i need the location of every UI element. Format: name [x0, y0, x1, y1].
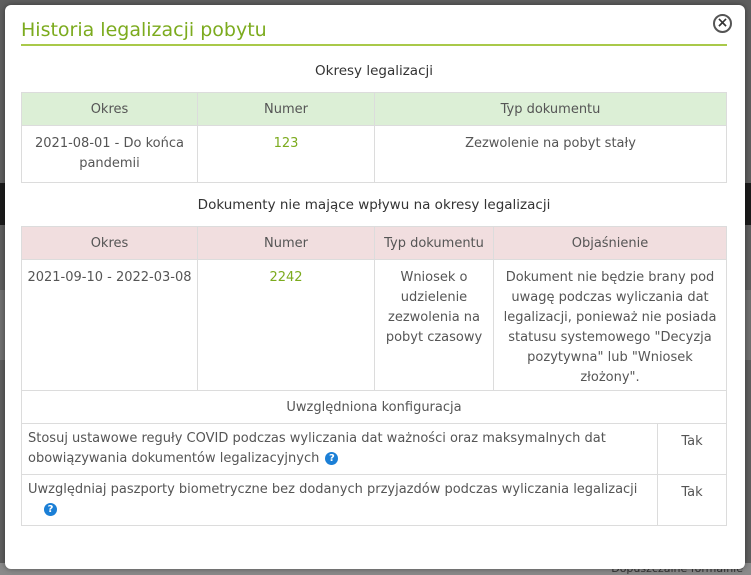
col-header-okres: Okres	[21, 226, 198, 260]
non-affecting-header-row: Okres Numer Typ dokumentu Objaśnienie	[21, 226, 727, 260]
col-header-numer: Numer	[197, 226, 375, 260]
periods-table: Okres Numer Typ dokumentu 2021-08-01 - D…	[21, 92, 727, 183]
cell-typ: Wniosek o udzielenie zezwolenia na pobyt…	[374, 259, 494, 397]
col-header-okres: Okres	[21, 92, 198, 126]
config-label: Uwzględniaj paszporty biometryczne bez d…	[28, 482, 638, 497]
cell-objasnienie: Dokument nie będzie brany pod uwagę podc…	[493, 259, 727, 397]
modal-title: Historia legalizacji pobytu	[21, 19, 727, 46]
close-button[interactable]: ×	[713, 14, 732, 33]
table-row: 2021-09-10 - 2022-03-08 2242 Wniosek o u…	[21, 259, 727, 397]
col-header-numer: Numer	[197, 92, 375, 126]
cell-okres: 2021-08-01 - Do końca pandemii	[21, 125, 198, 183]
help-icon[interactable]: ?	[325, 452, 339, 465]
periods-section-title: Okresy legalizacji	[315, 63, 433, 79]
col-header-typ: Typ dokumentu	[374, 92, 727, 126]
table-row: Uwzględniaj paszporty biometryczne bez d…	[21, 474, 727, 526]
document-number-link[interactable]: 123	[274, 136, 299, 151]
col-header-typ: Typ dokumentu	[374, 226, 494, 260]
config-value: Tak	[657, 474, 727, 526]
close-icon: ×	[716, 15, 729, 31]
cell-okres: 2021-09-10 - 2022-03-08	[21, 259, 198, 397]
periods-header-row: Okres Numer Typ dokumentu	[21, 92, 727, 126]
document-number-link[interactable]: 2242	[269, 270, 302, 285]
col-header-objasnienie: Objaśnienie	[493, 226, 727, 260]
config-label: Stosuj ustawowe reguły COVID podczas wyl…	[28, 431, 606, 466]
cell-typ: Zezwolenie na pobyt stały	[374, 125, 727, 183]
legalization-history-modal: Historia legalizacji pobytu × Okresy leg…	[5, 5, 745, 569]
non-affecting-table: Okres Numer Typ dokumentu Objaśnienie 20…	[21, 226, 727, 397]
table-row: Stosuj ustawowe reguły COVID podczas wyl…	[21, 423, 727, 475]
help-icon[interactable]: ?	[44, 503, 57, 516]
table-row: 2021-08-01 - Do końca pandemii 123 Zezwo…	[21, 125, 727, 183]
non-affecting-section-title: Dokumenty nie mające wpływu na okresy le…	[197, 197, 551, 213]
configuration-table: Uwzględniona konfiguracja Stosuj ustawow…	[21, 390, 727, 526]
configuration-title: Uwzględniona konfiguracja	[21, 390, 727, 424]
config-value: Tak	[657, 423, 727, 475]
